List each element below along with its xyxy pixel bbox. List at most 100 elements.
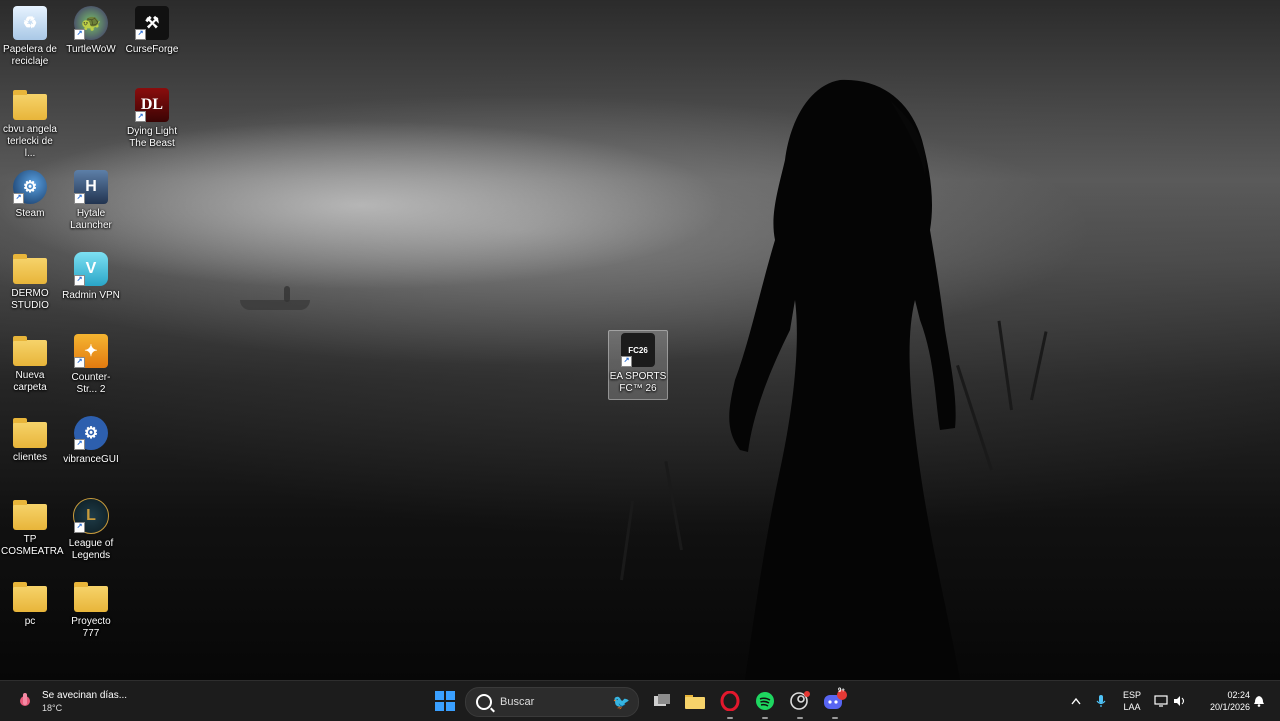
- taskbar-file-explorer[interactable]: [683, 681, 707, 721]
- weather-icon: [20, 693, 30, 706]
- desktop-icon-label: cbvu angela terlecki de l...: [3, 124, 57, 159]
- volume-icon: [1174, 696, 1185, 706]
- desktop-icon-label: Dying Light The Beast: [126, 126, 178, 149]
- shortcut-arrow-icon: ↗: [74, 357, 85, 368]
- desktop-icon-label: TP COSMEATRA: [1, 534, 64, 557]
- keyboard-layout: LAA: [1123, 702, 1141, 712]
- ea-fc26-icon: FC26 ↗: [621, 333, 655, 367]
- turtlewow-icon: 🐢 ↗: [74, 6, 108, 40]
- desktop-icon-label: Proyecto 777: [71, 616, 111, 639]
- recycle-bin-icon: ♻: [13, 6, 47, 40]
- shortcut-arrow-icon: ↗: [13, 193, 24, 204]
- search-icon: [476, 694, 492, 710]
- folder-icon: [13, 90, 47, 120]
- weather-temp: 18°C: [42, 702, 63, 713]
- desktop[interactable]: ♻ Papelera de reciclaje cbvu angela terl…: [0, 0, 1280, 680]
- desktop-icon-label: Nueva carpeta: [13, 370, 47, 393]
- search-highlight-icon: 🐦: [612, 693, 630, 710]
- desktop-icon-curseforge[interactable]: ⚒ ↗ CurseForge: [123, 6, 181, 56]
- folder-icon: [13, 418, 47, 448]
- taskbar-spotify[interactable]: [753, 681, 777, 721]
- clock-date: 20/1/2026: [1209, 702, 1250, 712]
- shortcut-arrow-icon: ↗: [74, 29, 85, 40]
- running-indicator: [727, 717, 733, 719]
- desktop-icon-label: Hytale Launcher: [70, 208, 112, 231]
- desktop-icon-label: DERMO STUDIO: [11, 288, 49, 311]
- desktop-icon-league-of-legends[interactable]: L ↗ League of Legends: [62, 498, 120, 562]
- taskbar-steam[interactable]: [788, 681, 812, 721]
- chevron-up-icon: [1071, 697, 1081, 705]
- league-of-legends-icon: L ↗: [73, 498, 109, 534]
- tray-notifications[interactable]: [1252, 681, 1266, 721]
- task-view-icon: [654, 694, 670, 706]
- steam-icon: ⚙ ↗: [13, 170, 47, 204]
- curseforge-icon: ⚒ ↗: [135, 6, 169, 40]
- ea-fc26-badge: FC26: [628, 345, 648, 355]
- shortcut-arrow-icon: ↗: [74, 193, 85, 204]
- desktop-icon-counter-strike[interactable]: ✦ ↗ Counter-Str... 2: [62, 334, 120, 396]
- desktop-icon-label: clientes: [13, 452, 47, 463]
- running-indicator: [762, 717, 768, 719]
- desktop-icon-label: pc: [24, 616, 36, 627]
- desktop-icon-folder-dermo[interactable]: DERMO STUDIO: [1, 252, 59, 312]
- desktop-icon-label: League of Legends: [68, 538, 114, 561]
- desktop-icon-steam[interactable]: ⚙ ↗ Steam: [1, 170, 59, 220]
- search-box[interactable]: Buscar 🐦: [465, 687, 639, 717]
- gear-icon: ⚙ ↗: [74, 416, 108, 450]
- folder-icon: [13, 582, 47, 612]
- tray-volume[interactable]: [1172, 681, 1188, 721]
- running-indicator: [797, 717, 803, 719]
- desktop-icon-vibrancegui[interactable]: ⚙ ↗ vibranceGUI: [62, 416, 120, 466]
- folder-icon: [74, 582, 108, 612]
- desktop-icon-folder-nueva[interactable]: Nueva carpeta: [1, 334, 59, 394]
- spotify-icon: [756, 692, 774, 710]
- desktop-icon-label: Steam: [15, 208, 45, 219]
- desktop-icon-radmin-vpn[interactable]: V ↗ Radmin VPN: [62, 252, 120, 302]
- microphone-icon: [1096, 695, 1106, 707]
- hytale-icon: H ↗: [74, 170, 108, 204]
- desktop-icon-label: Counter-Str... 2: [71, 372, 111, 395]
- desktop-icon-dying-light[interactable]: DL ↗ Dying Light The Beast: [123, 88, 181, 150]
- desktop-icon-folder-pc[interactable]: pc: [1, 580, 59, 628]
- dying-light-icon: DL ↗: [135, 88, 169, 122]
- desktop-icon-label: TurtleWoW: [66, 44, 116, 55]
- search-placeholder: Buscar: [500, 696, 535, 708]
- shortcut-arrow-icon: ↗: [74, 522, 85, 533]
- taskbar: Se avecinan días... 18°C Buscar 🐦 9+ ESP…: [0, 680, 1280, 721]
- desktop-icon-label: CurseForge: [125, 44, 179, 55]
- folder-icon: [13, 254, 47, 284]
- network-icon: [1154, 695, 1168, 707]
- desktop-icon-folder-proyecto[interactable]: Proyecto 777: [62, 580, 120, 640]
- tray-network[interactable]: [1153, 681, 1169, 721]
- taskbar-discord[interactable]: 9+: [823, 681, 847, 721]
- weather-title: Se avecinan días...: [42, 689, 128, 701]
- steam-icon: [790, 691, 810, 710]
- weather-widget[interactable]: Se avecinan días... 18°C: [14, 681, 144, 721]
- clock[interactable]: 02:24 20/1/2026: [1192, 681, 1250, 721]
- desktop-icon-turtlewow[interactable]: 🐢 ↗ TurtleWoW: [62, 6, 120, 56]
- desktop-icon-recycle-bin[interactable]: ♻ Papelera de reciclaje: [1, 6, 59, 68]
- language-code: ESP: [1122, 690, 1141, 700]
- desktop-icon-hytale[interactable]: H ↗ Hytale Launcher: [62, 170, 120, 232]
- start-button[interactable]: [434, 681, 456, 721]
- running-indicator: [832, 717, 838, 719]
- taskbar-opera[interactable]: [718, 681, 742, 721]
- desktop-icon-ea-sports-fc26[interactable]: FC26 ↗ EA SPORTS FC™ 26: [608, 330, 668, 400]
- opera-icon: [720, 691, 740, 711]
- radmin-vpn-icon: V ↗: [74, 252, 108, 286]
- taskbar-task-view[interactable]: [650, 681, 674, 721]
- shortcut-arrow-icon: ↗: [135, 29, 146, 40]
- windows-logo-icon: [435, 691, 455, 711]
- shortcut-arrow-icon: ↗: [621, 356, 632, 367]
- notification-bell-icon: [1254, 696, 1264, 707]
- folder-icon: [13, 336, 47, 366]
- desktop-icon-label: EA SPORTS FC™ 26: [609, 371, 667, 394]
- desktop-icon-folder-tp[interactable]: TP COSMEATRA: [1, 498, 64, 558]
- shortcut-arrow-icon: ↗: [74, 275, 85, 286]
- language-indicator[interactable]: ESP LAA: [1120, 681, 1144, 721]
- tray-overflow-button[interactable]: [1068, 681, 1084, 721]
- desktop-icon-folder-clientes[interactable]: clientes: [1, 416, 59, 464]
- desktop-icon-folder-cbvu[interactable]: cbvu angela terlecki de l...: [1, 88, 59, 160]
- desktop-icon-label: Papelera de reciclaje: [3, 44, 57, 67]
- tray-microphone[interactable]: [1093, 681, 1109, 721]
